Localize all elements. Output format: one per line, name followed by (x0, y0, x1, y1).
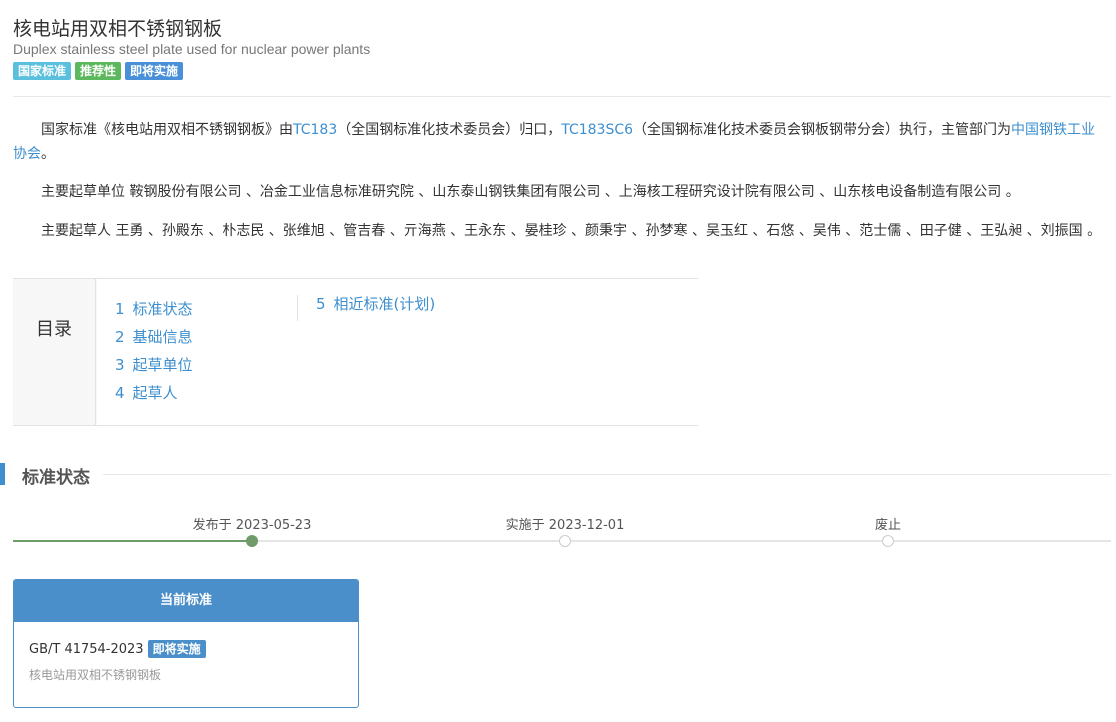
toc-label: 目录 (13, 279, 96, 425)
toc-item-label: 标准状态 (132, 300, 193, 318)
toc-item-number: 1 (115, 300, 125, 318)
badge-upcoming: 即将实施 (125, 62, 184, 80)
card-code-row: GB/T 41754-2023 即将实施 (29, 640, 206, 658)
timeline-dot-implemented (559, 535, 571, 547)
toc-item-number: 5 (316, 295, 326, 313)
timeline-label-abolished: 废止 (874, 518, 902, 533)
toc-item-similar-standards[interactable]: 5 相近标准(计划) (316, 295, 435, 313)
link-tc183sc6[interactable]: TC183SC6 (561, 122, 633, 138)
toc-item-drafters[interactable]: 4 起草人 (115, 379, 193, 407)
timeline-dot-abolished (882, 535, 894, 547)
link-tc183[interactable]: TC183 (293, 122, 337, 138)
table-of-contents: 目录 1 标准状态 2 基础信息 3 起草单位 4 起草人 5 相近标准(计划) (13, 278, 698, 426)
timeline-dot-published (246, 535, 258, 547)
page-subtitle: Duplex stainless steel plate used for nu… (13, 41, 371, 57)
section-title: 标准状态 (22, 468, 90, 488)
standard-name: 核电站用双相不锈钢钢板 (29, 668, 162, 682)
header-divider (13, 96, 1111, 97)
intro-text: （全国钢标准化技术委员会钢板钢带分会）执行，主管部门为 (633, 122, 1012, 138)
intro-paragraph: 国家标准《核电站用双相不锈钢钢板》由TC183（全国钢标准化技术委员会）归口，T… (13, 118, 1103, 166)
toc-content: 1 标准状态 2 基础信息 3 起草单位 4 起草人 5 相近标准(计划) (97, 279, 698, 425)
drafting-units: 主要起草单位 鞍钢股份有限公司 、冶金工业信息标准研究院 、山东泰山钢铁集团有限… (41, 184, 1020, 200)
section-header-status: 标准状态 (0, 462, 1111, 488)
section-accent-bar (0, 463, 5, 485)
toc-item-label: 相近标准(计划) (333, 295, 436, 313)
page-title: 核电站用双相不锈钢钢板 (13, 18, 223, 40)
current-standard-card[interactable]: 当前标准 GB/T 41754-2023 即将实施 核电站用双相不锈钢钢板 (13, 579, 359, 708)
intro-text: 。 (41, 146, 55, 162)
standard-code: GB/T 41754-2023 (29, 641, 144, 657)
toc-column: 5 相近标准(计划) (297, 295, 435, 321)
drafters: 主要起草人 王勇 、孙殿东 、朴志民 、张维旭 、管吉春 、亓海燕 、王永东 、… (41, 223, 1102, 239)
toc-column: 1 标准状态 2 基础信息 3 起草单位 4 起草人 (115, 295, 193, 407)
toc-item-basic-info[interactable]: 2 基础信息 (115, 323, 193, 351)
toc-item-label: 起草单位 (132, 356, 193, 374)
card-header: 当前标准 (14, 580, 358, 622)
badge-national-standard: 国家标准 (13, 62, 72, 80)
timeline-progress (13, 540, 252, 542)
status-badge: 即将实施 (147, 640, 206, 658)
toc-item-number: 3 (115, 356, 125, 374)
toc-item-label: 起草人 (132, 384, 178, 402)
toc-item-number: 4 (115, 384, 125, 402)
toc-item-label: 基础信息 (132, 328, 193, 346)
toc-item-number: 2 (115, 328, 125, 346)
status-timeline: 发布于 2023-05-23 实施于 2023-12-01 废止 (13, 510, 1111, 550)
badge-group: 国家标准 推荐性 即将实施 (13, 62, 184, 80)
intro-text: 国家标准《核电站用双相不锈钢钢板》由 (41, 122, 293, 138)
toc-item-status[interactable]: 1 标准状态 (115, 295, 193, 323)
timeline-label-implemented: 实施于 2023-12-01 (505, 518, 625, 533)
toc-item-drafting-units[interactable]: 3 起草单位 (115, 351, 193, 379)
timeline-label-published: 发布于 2023-05-23 (192, 518, 312, 533)
section-divider (103, 474, 1111, 475)
intro-text: （全国钢标准化技术委员会）归口， (337, 122, 562, 138)
badge-recommended: 推荐性 (75, 62, 122, 80)
